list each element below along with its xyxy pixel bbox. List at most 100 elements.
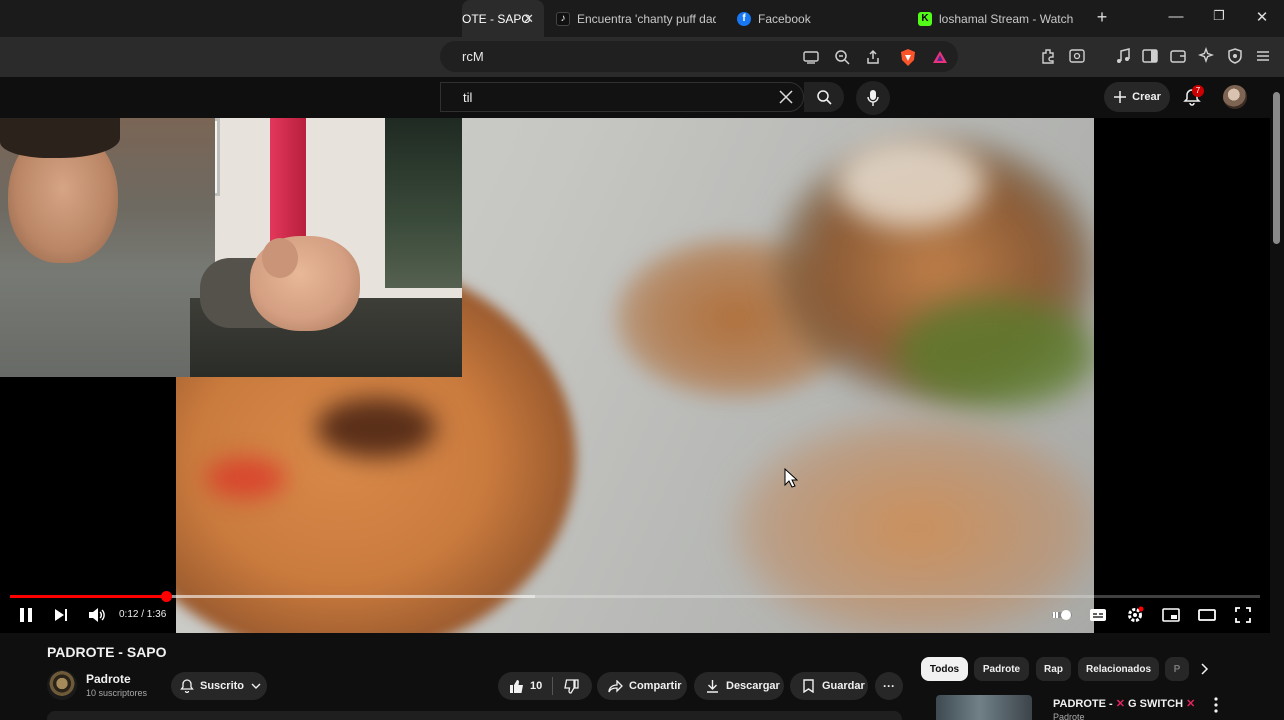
- create-button-label: Crear: [1132, 91, 1161, 103]
- avatar[interactable]: [1223, 85, 1247, 109]
- tab-padrote-sapo[interactable]: OTE - SAPO ✕: [462, 0, 544, 37]
- recommendation-title[interactable]: PADROTE - ✕ G SWITCH ✕: [1053, 697, 1195, 710]
- sidebar-icon[interactable]: [1141, 47, 1159, 65]
- browser-toolbar: rcM: [0, 37, 1284, 77]
- red-x-icon: ✕: [1186, 698, 1196, 710]
- tab-tiktok[interactable]: ♪ Encuentra 'chanty puff dad: [556, 0, 716, 37]
- brave-rewards-icon[interactable]: [930, 47, 950, 67]
- autoplay-toggle[interactable]: [1050, 604, 1074, 626]
- download-icon: [704, 678, 720, 694]
- chips-next-button[interactable]: [1195, 659, 1215, 679]
- vpn-shield-icon[interactable]: [1226, 47, 1244, 65]
- browser-tab-strip: OTE - SAPO ✕ ♪ Encuentra 'chanty puff da…: [0, 0, 1284, 37]
- miniplayer-button[interactable]: [1160, 604, 1182, 626]
- subtitles-button[interactable]: [1087, 604, 1109, 626]
- download-label: Descargar: [726, 680, 780, 692]
- video-player[interactable]: 0:12 / 1:36: [0, 118, 1270, 633]
- subscriber-count: 10 suscriptores: [86, 688, 148, 698]
- dislike-button[interactable]: [563, 678, 579, 694]
- wallet-icon[interactable]: [1169, 47, 1187, 65]
- brave-shields-icon[interactable]: [898, 47, 918, 67]
- leo-ai-icon[interactable]: [1197, 47, 1215, 65]
- red-x-icon: ✕: [1115, 698, 1125, 710]
- chip-padrote[interactable]: Padrote: [974, 657, 1029, 681]
- voice-search-button[interactable]: [856, 81, 890, 115]
- bookmark-icon: [800, 678, 816, 694]
- more-actions-button[interactable]: ···: [875, 672, 903, 700]
- fullscreen-button[interactable]: [1232, 604, 1254, 626]
- close-window-button[interactable]: ✕: [1252, 8, 1272, 26]
- chip-todos[interactable]: Todos: [921, 657, 968, 681]
- settings-button[interactable]: [1124, 604, 1146, 626]
- channel-avatar[interactable]: [47, 670, 77, 700]
- next-video-button[interactable]: [50, 604, 72, 626]
- tiktok-icon: ♪: [556, 11, 570, 26]
- recommendation-title-part: G SWITCH: [1128, 698, 1184, 710]
- media-icon[interactable]: [1114, 47, 1132, 65]
- tab-label: Facebook: [758, 11, 811, 26]
- tab-facebook[interactable]: f Facebook: [737, 0, 887, 37]
- tab-kick[interactable]: K loshamal Stream - Watch l: [918, 0, 1074, 37]
- gear-icon: [1128, 606, 1144, 622]
- clear-search-icon[interactable]: [779, 90, 793, 109]
- search-input[interactable]: til: [440, 82, 804, 112]
- chip-rap[interactable]: Rap: [1036, 657, 1071, 681]
- webcam-overlay: [0, 118, 462, 377]
- download-button[interactable]: Descargar: [694, 672, 784, 700]
- restore-button[interactable]: ❐: [1209, 8, 1229, 24]
- next-icon: [55, 609, 67, 621]
- fullscreen-icon: [1235, 607, 1251, 623]
- menu-icon[interactable]: [1254, 47, 1272, 65]
- chip-partial[interactable]: P: [1165, 657, 1189, 681]
- notification-count-badge: 7: [1192, 85, 1204, 97]
- subscribe-label: Suscrito: [200, 680, 245, 692]
- kick-icon: K: [918, 11, 932, 26]
- microphone-icon: [867, 90, 879, 106]
- share-icon[interactable]: [864, 48, 882, 66]
- recommendation-menu-icon[interactable]: [1209, 696, 1223, 714]
- chip-relacionados[interactable]: Relacionados: [1078, 657, 1159, 681]
- mouse-cursor-icon: [784, 468, 798, 488]
- recommendation-channel: Padrote: [1053, 712, 1085, 720]
- recommendation-title-part: PADROTE -: [1053, 698, 1116, 710]
- extensions-icon[interactable]: [1040, 47, 1058, 65]
- tab-search-icon[interactable]: [1068, 47, 1086, 65]
- chevron-down-icon: [250, 678, 261, 694]
- description-box[interactable]: [47, 711, 902, 720]
- pause-icon: [20, 608, 32, 622]
- tab-label: Encuentra 'chanty puff dad: [577, 11, 716, 26]
- progress-scrubber[interactable]: [161, 591, 172, 602]
- save-button[interactable]: Guardar: [790, 672, 868, 700]
- miniplayer-icon: [1162, 608, 1180, 622]
- search-button[interactable]: [804, 82, 844, 112]
- cast-icon[interactable]: [802, 48, 820, 66]
- share-arrow-icon: [607, 678, 623, 694]
- search-input-value: til: [463, 90, 473, 105]
- pause-button[interactable]: [15, 604, 37, 626]
- screen: OTE - SAPO ✕ ♪ Encuentra 'chanty puff da…: [0, 0, 1284, 720]
- tab-label: loshamal Stream - Watch l: [939, 11, 1074, 26]
- new-tab-button[interactable]: +: [1092, 7, 1112, 28]
- share-label: Compartir: [629, 680, 682, 692]
- like-button[interactable]: [508, 678, 524, 694]
- search-icon: [817, 90, 832, 105]
- channel-name[interactable]: Padrote: [86, 672, 131, 686]
- subscribe-button[interactable]: Suscrito: [171, 672, 267, 700]
- bell-icon: [180, 678, 194, 694]
- share-button[interactable]: Compartir: [597, 672, 687, 700]
- thumbs-down-icon: [563, 678, 579, 694]
- page-scrollbar-thumb[interactable]: [1273, 92, 1280, 244]
- theater-mode-button[interactable]: [1196, 604, 1218, 626]
- youtube-masthead: til Crear 7: [0, 77, 1284, 118]
- facebook-icon: f: [737, 11, 751, 26]
- tab-close-icon[interactable]: ✕: [523, 11, 534, 27]
- thumbs-up-icon: [509, 679, 523, 693]
- chevron-right-icon: [1201, 663, 1209, 675]
- address-bar[interactable]: rcM: [440, 41, 958, 72]
- zoom-icon[interactable]: [833, 48, 851, 66]
- mute-button[interactable]: [86, 604, 108, 626]
- time-display: 0:12 / 1:36: [119, 609, 167, 620]
- recommendation-thumbnail[interactable]: [936, 695, 1032, 720]
- minimize-button[interactable]: —: [1166, 8, 1186, 25]
- create-button[interactable]: Crear: [1104, 82, 1170, 112]
